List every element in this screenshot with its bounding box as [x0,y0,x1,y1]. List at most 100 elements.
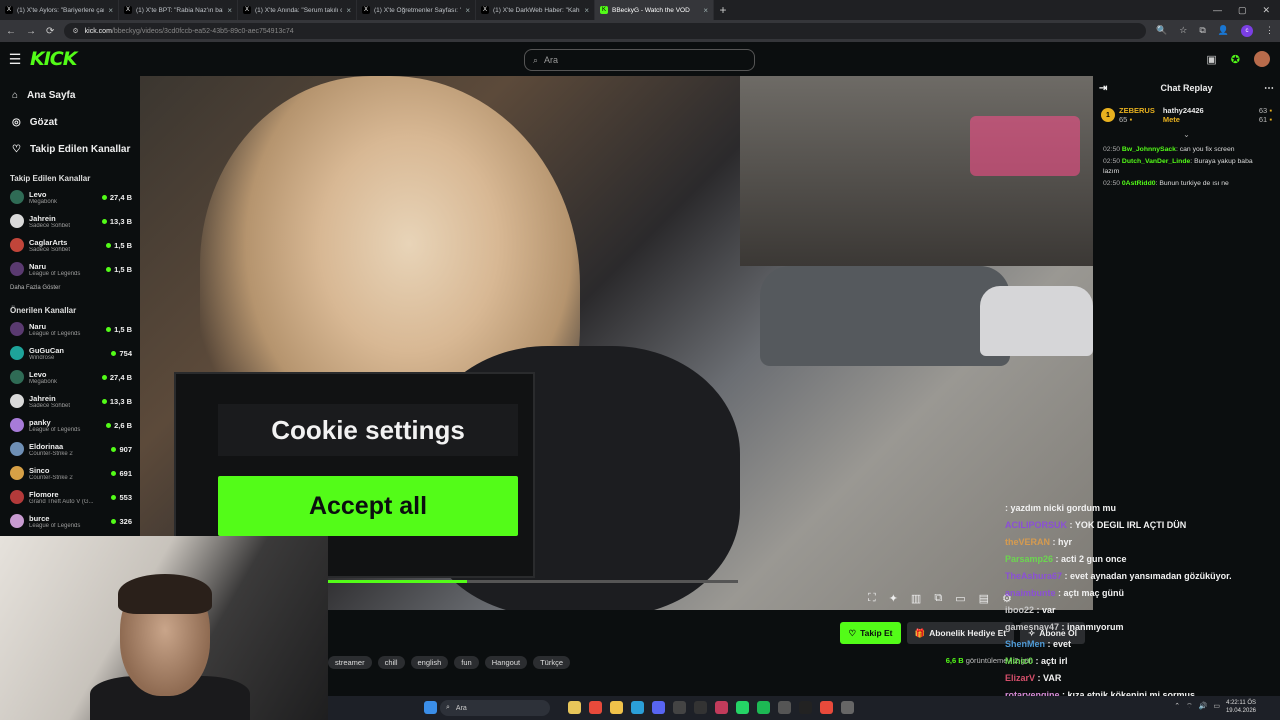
system-clock[interactable]: 4:22:11 ÖS 19.04.2026 [1226,699,1256,715]
close-tab-icon[interactable]: × [703,6,708,15]
volume-icon[interactable]: 🔊 [1199,702,1208,711]
video-progress-bar[interactable] [328,580,738,583]
browser-tab[interactable]: X (1) X'te Öğretmenler Sayfası: " × [357,0,476,20]
tag-chip[interactable]: fun [454,656,479,669]
channel-item[interactable]: Jahrein Sadece Sohbet 13,3 B [0,389,140,413]
back-icon[interactable]: ← [6,26,16,37]
minimize-icon[interactable]: — [1213,5,1222,16]
channel-item[interactable]: Flomore Grand Theft Auto V (G... 553 [0,485,140,509]
tag-chip[interactable]: english [410,656,449,669]
kick-k-icon[interactable]: ✪ [1231,53,1240,66]
close-tab-icon[interactable]: × [108,6,113,15]
pip-icon[interactable]: ⧉ [934,592,942,605]
tag-chip[interactable]: streamer [328,656,372,669]
sidebar-nav-item[interactable]: ◎ Gözat [12,109,140,136]
follow-button[interactable]: ♡ Takip Et [840,622,901,644]
profile-avatar[interactable]: c [1241,25,1253,37]
channel-item[interactable]: Naru League of Legends 1,5 B [0,317,140,341]
chat-username[interactable]: 0AstRidd0 [1122,180,1156,187]
new-tab-button[interactable]: + [714,3,732,17]
channel-item[interactable]: Eldorinaa Counter-Strike 2 907 [0,437,140,461]
windows-start-icon[interactable] [424,701,437,714]
extensions-icon[interactable]: ⧉ [1199,25,1205,37]
accept-all-button[interactable]: Accept all [218,476,518,536]
hamburger-menu-icon[interactable]: ☰ [0,51,30,68]
network-icon[interactable]: ⌔ [1186,702,1193,711]
edge-icon[interactable] [631,701,644,714]
profile-icon[interactable]: 👤 [1218,25,1229,37]
crop-icon[interactable]: ⛶ [868,592,876,605]
obs-icon[interactable] [799,701,812,714]
forward-icon[interactable]: → [26,26,36,37]
menu-dots-icon[interactable]: ⋮ [1265,25,1274,37]
browser-tab[interactable]: X (1) X'te Aylors: "Bariyerlere çarp × [0,0,119,20]
channel-item[interactable]: Sinco Counter-Strike 2 691 [0,461,140,485]
chat-username[interactable]: Dutch_VanDer_Linde [1122,158,1190,165]
layout-icon[interactable]: ▥ [911,592,921,605]
app-icon[interactable] [778,701,791,714]
channel-category: Megabonk [29,378,58,385]
close-tab-icon[interactable]: × [227,6,232,15]
tag-chip[interactable]: chill [377,656,405,669]
channel-item[interactable]: panky League of Legends 2,6 B [0,413,140,437]
taskbar-search[interactable]: ⌕ Ara [440,700,550,716]
user-avatar[interactable] [1254,51,1270,67]
collapse-chat-icon[interactable]: ⇥ [1099,83,1107,94]
channel-item[interactable]: CaglarArts Sadece Sohbet 1,5 B [0,233,140,257]
spotify-icon[interactable] [757,701,770,714]
theater-icon[interactable]: ▭ [955,592,965,605]
browser-tab[interactable]: X (1) X'te DarkWeb Haber: "Kahra × [476,0,595,20]
app-icon[interactable] [568,701,581,714]
close-tab-icon[interactable]: × [584,6,589,15]
zoom-icon[interactable]: 🔍 [1156,25,1167,37]
maximize-icon[interactable]: ▢ [1238,5,1247,16]
channel-avatar [10,370,24,384]
app-icon[interactable] [673,701,686,714]
channel-item[interactable]: Levo Megabonk 27,4 B [0,185,140,209]
tray-chevron-icon[interactable]: ⌃ [1174,702,1180,711]
wallet-icon[interactable]: ▣ [1206,53,1216,66]
whatsapp-icon[interactable] [736,701,749,714]
show-more-link[interactable]: Daha Fazla Göster [0,281,140,295]
channel-item[interactable]: Naru League of Legends 1,5 B [0,257,140,281]
folder-icon[interactable] [610,701,623,714]
discord-icon[interactable] [652,701,665,714]
channel-item[interactable]: burce League of Legends 326 [0,509,140,533]
browser-tab[interactable]: X (1) X'te BPT: "Rabia Naz'ın bab × [119,0,238,20]
url-field[interactable]: ⚙ kick.com/bbeckyg/videos/3cd0fccb-ea52-… [64,23,1147,39]
reload-icon[interactable]: ⟳ [46,26,54,37]
chat-username[interactable]: Bw_JohnnySack [1122,146,1176,153]
close-tab-icon[interactable]: × [465,6,470,15]
tag-chip[interactable]: Türkçe [533,656,571,669]
close-window-icon[interactable]: ✕ [1262,5,1270,16]
kick-logo[interactable]: KICK [30,48,77,70]
chat-options-icon[interactable]: ⋯ [1264,83,1274,94]
chrome-icon[interactable] [589,701,602,714]
cookie-settings-title[interactable]: Cookie settings [218,404,518,456]
app-icon[interactable] [841,701,854,714]
sparkle-icon[interactable]: ✦ [889,592,898,605]
tag-chip[interactable]: Hangout [484,656,528,669]
browser-tab[interactable]: X (1) X'te Anında: "Serum takılı o × [238,0,357,20]
gift-sub-button[interactable]: 🎁 Abonelik Hediye Et [906,622,1015,644]
subtitle-icon[interactable]: ▤ [979,592,989,605]
app-icon[interactable] [715,701,728,714]
battery-icon[interactable]: ▭ [1213,702,1220,711]
gifter-name[interactable]: hathy24426 [1163,106,1204,115]
bookmark-star-icon[interactable]: ☆ [1179,25,1187,37]
expand-gifters-icon[interactable]: ⌄ [1093,130,1280,140]
sidebar-nav-item[interactable]: ⌂ Ana Sayfa [12,82,140,109]
chrome-icon[interactable] [820,701,833,714]
channel-category: Counter-Strike 2 [29,450,73,457]
channel-item[interactable]: Jahrein Sadece Sohbet 13,3 B [0,209,140,233]
search-input[interactable]: ⌕ Ara [524,49,755,71]
channel-item[interactable]: Levo Megabonk 27,4 B [0,365,140,389]
close-tab-icon[interactable]: × [346,6,351,15]
channel-item[interactable]: GuGuCan Windrose 754 [0,341,140,365]
site-info-icon[interactable]: ⚙ [72,27,78,35]
app-icon[interactable] [694,701,707,714]
sidebar-nav-item[interactable]: ♡ Takip Edilen Kanallar [12,136,140,163]
gifter-name[interactable]: ZEBERUS [1119,106,1155,115]
gifter-name[interactable]: Mete [1163,115,1180,124]
browser-tab[interactable]: K BBeckyG - Watch the VOD × [595,0,714,20]
